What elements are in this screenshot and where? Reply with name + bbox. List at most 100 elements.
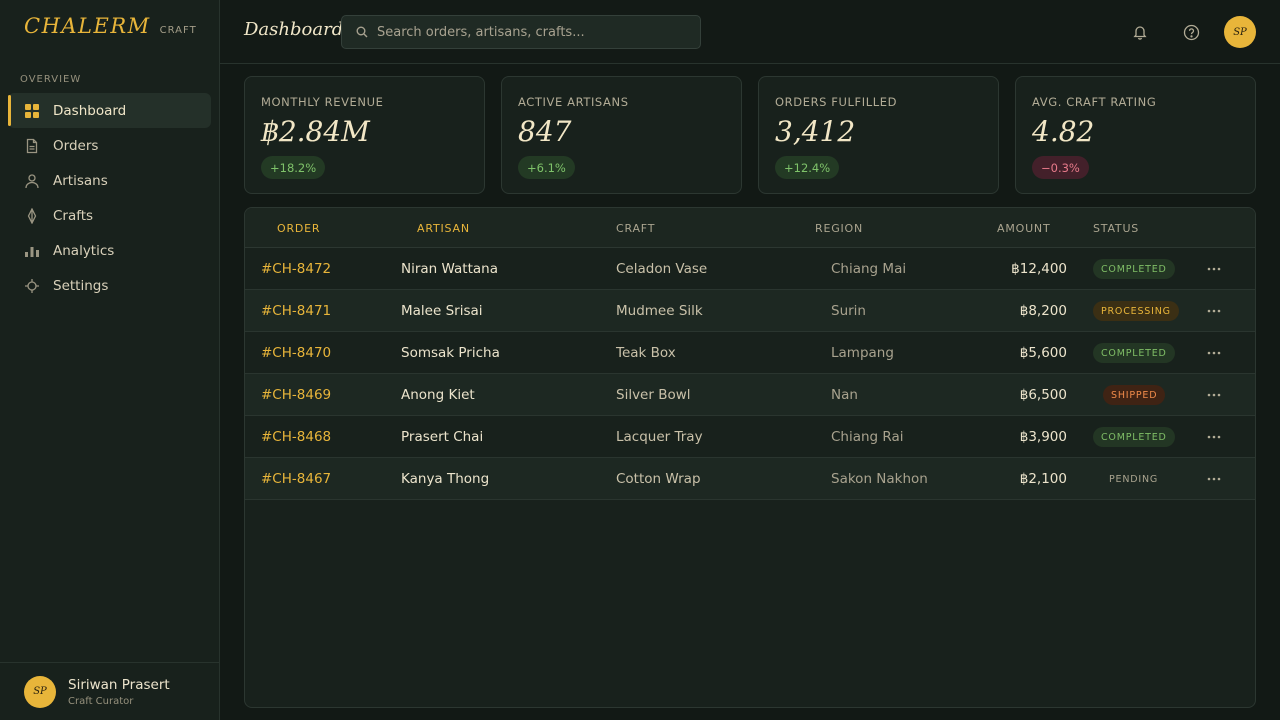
status-badge: PROCESSING (1093, 301, 1179, 321)
table-row[interactable]: #CH-8468 Prasert Chai Lacquer Tray Chian… (245, 416, 1255, 458)
search-input[interactable] (377, 24, 677, 40)
brand-subtitle: CRAFT (159, 25, 197, 36)
order-id[interactable]: #CH-8471 (261, 303, 331, 319)
region-name: Chiang Rai (831, 429, 904, 445)
sidebar: CHALERM CRAFT OVERVIEW Dashboard Orders … (0, 0, 220, 720)
nav-section-label: OVERVIEW (20, 74, 82, 85)
order-amount: ฿5,600 (1019, 345, 1067, 361)
more-options-icon[interactable] (1205, 260, 1223, 278)
column-header-status[interactable]: STATUS (1093, 222, 1139, 235)
table-row[interactable]: #CH-8472 Niran Wattana Celadon Vase Chia… (245, 248, 1255, 290)
stats-row: MONTHLY REVENUE ฿2.84M +18.2% ACTIVE ART… (244, 76, 1256, 194)
artisan-name: Kanya Thong (401, 471, 490, 487)
order-id[interactable]: #CH-8467 (261, 471, 331, 487)
search-icon (356, 26, 368, 38)
more-options-icon[interactable] (1205, 344, 1223, 362)
more-options-icon[interactable] (1205, 470, 1223, 488)
order-id[interactable]: #CH-8469 (261, 387, 331, 403)
column-header-artisan[interactable]: ARTISAN (417, 222, 470, 235)
top-header: Dashboard SP (220, 0, 1280, 64)
brand-logo[interactable]: CHALERM CRAFT (24, 14, 197, 38)
search-bar[interactable] (341, 15, 701, 49)
stat-card-rating: AVG. CRAFT RATING 4.82 −0.3% (1015, 76, 1256, 194)
avatar: SP (24, 675, 56, 708)
order-id[interactable]: #CH-8470 (261, 345, 331, 361)
brand-name: CHALERM (24, 14, 151, 38)
document-icon (24, 138, 40, 154)
order-amount: ฿12,400 (1011, 261, 1067, 277)
artisan-name: Somsak Pricha (401, 345, 500, 361)
stat-delta: +18.2% (261, 156, 326, 179)
craft-name: Lacquer Tray (616, 429, 703, 445)
region-name: Sakon Nakhon (831, 471, 928, 487)
status-badge: COMPLETED (1093, 259, 1175, 279)
craft-name: Cotton Wrap (616, 471, 701, 487)
stat-value: 4.82 (1032, 115, 1095, 148)
table-row[interactable]: #CH-8469 Anong Kiet Silver Bowl Nan ฿6,5… (245, 374, 1255, 416)
stat-value: 3,412 (775, 115, 856, 148)
sidebar-item-label: Analytics (53, 242, 115, 259)
grid-icon (24, 103, 40, 119)
stat-delta: +12.4% (775, 156, 840, 179)
orders-table: ORDER ARTISAN CRAFT REGION AMOUNT STATUS… (244, 207, 1256, 708)
craft-name: Celadon Vase (616, 261, 708, 277)
sidebar-item-label: Orders (53, 137, 99, 154)
stat-label: ORDERS FULFILLED (775, 95, 898, 109)
table-row[interactable]: #CH-8470 Somsak Pricha Teak Box Lampang … (245, 332, 1255, 374)
sidebar-item-label: Crafts (53, 207, 94, 224)
stat-label: AVG. CRAFT RATING (1032, 95, 1157, 109)
column-header-region[interactable]: REGION (815, 222, 863, 235)
stat-card-orders: ORDERS FULFILLED 3,412 +12.4% (758, 76, 999, 194)
user-name: Siriwan Prasert (68, 676, 170, 693)
region-name: Lampang (831, 345, 894, 361)
stat-delta: −0.3% (1032, 156, 1089, 179)
sidebar-item-crafts[interactable]: Crafts (8, 198, 211, 233)
status-badge: PENDING (1109, 473, 1159, 485)
order-id[interactable]: #CH-8468 (261, 429, 331, 445)
more-options-icon[interactable] (1205, 386, 1223, 404)
table-row[interactable]: #CH-8471 Malee Srisai Mudmee Silk Surin … (245, 290, 1255, 332)
status-badge: SHIPPED (1103, 385, 1166, 405)
craft-name: Teak Box (616, 345, 676, 361)
sidebar-item-settings[interactable]: Settings (8, 268, 211, 303)
sidebar-item-artisans[interactable]: Artisans (8, 163, 211, 198)
header-avatar[interactable]: SP (1224, 16, 1256, 48)
sidebar-nav: Dashboard Orders Artisans Crafts Analyti… (8, 93, 211, 303)
stat-value: 847 (518, 115, 572, 148)
stat-delta: +6.1% (518, 156, 575, 179)
region-name: Nan (831, 387, 858, 403)
order-amount: ฿8,200 (1019, 303, 1067, 319)
user-profile[interactable]: SP Siriwan Prasert Craft Curator (0, 662, 219, 720)
order-amount: ฿2,100 (1019, 471, 1067, 487)
user-info: Siriwan Prasert Craft Curator (68, 677, 170, 707)
user-role: Craft Curator (68, 695, 134, 707)
stat-card-artisans: ACTIVE ARTISANS 847 +6.1% (501, 76, 742, 194)
help-icon[interactable] (1181, 22, 1201, 42)
status-badge: COMPLETED (1093, 343, 1175, 363)
artisan-name: Niran Wattana (401, 261, 498, 277)
sidebar-item-analytics[interactable]: Analytics (8, 233, 211, 268)
artisan-name: Prasert Chai (401, 429, 484, 445)
table-header: ORDER ARTISAN CRAFT REGION AMOUNT STATUS (245, 208, 1255, 248)
column-header-craft[interactable]: CRAFT (616, 222, 655, 235)
order-amount: ฿6,500 (1019, 387, 1067, 403)
column-header-order[interactable]: ORDER (277, 222, 320, 235)
bell-icon[interactable] (1130, 22, 1150, 42)
region-name: Surin (831, 303, 866, 319)
gear-icon (24, 278, 40, 294)
more-options-icon[interactable] (1205, 302, 1223, 320)
stat-value: ฿2.84M (261, 115, 370, 148)
craft-name: Silver Bowl (616, 387, 691, 403)
user-icon (24, 173, 40, 189)
table-row[interactable]: #CH-8467 Kanya Thong Cotton Wrap Sakon N… (245, 458, 1255, 500)
bar-chart-icon (24, 243, 40, 259)
sidebar-item-orders[interactable]: Orders (8, 128, 211, 163)
order-id[interactable]: #CH-8472 (261, 261, 331, 277)
sidebar-item-dashboard[interactable]: Dashboard (8, 93, 211, 128)
more-options-icon[interactable] (1205, 428, 1223, 446)
sidebar-item-label: Dashboard (53, 102, 127, 119)
craft-name: Mudmee Silk (616, 303, 703, 319)
column-header-amount[interactable]: AMOUNT (997, 222, 1050, 235)
artisan-name: Malee Srisai (401, 303, 483, 319)
stat-label: MONTHLY REVENUE (261, 95, 384, 109)
